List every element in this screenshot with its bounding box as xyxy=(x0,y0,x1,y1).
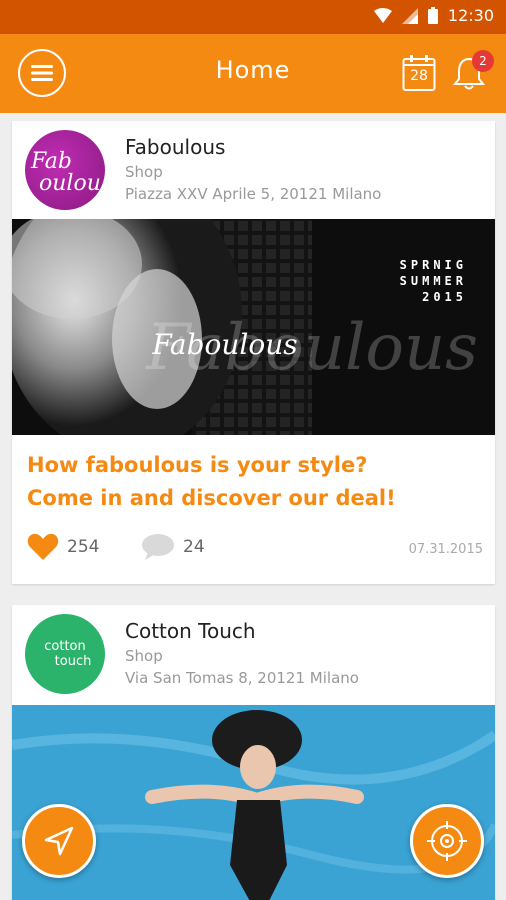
shop-name[interactable]: Faboulous xyxy=(125,135,225,159)
like-button[interactable]: 254 xyxy=(27,533,99,561)
navigation-arrow-icon xyxy=(44,826,74,856)
banner-brand-text: Faboulous xyxy=(151,328,297,361)
locate-button[interactable] xyxy=(410,804,484,878)
post-photo[interactable] xyxy=(12,705,495,900)
heart-icon xyxy=(27,533,59,560)
status-time: 12:30 xyxy=(447,6,494,25)
calendar-day: 28 xyxy=(410,68,428,84)
notification-badge: 2 xyxy=(472,50,494,72)
post-headline[interactable]: How faboulous is your style? Come in and… xyxy=(27,449,396,515)
banner-season-line2: SUMMER xyxy=(400,274,467,288)
logo-line2: touch xyxy=(54,654,92,669)
comment-button[interactable]: 24 xyxy=(141,533,205,561)
post-banner-image[interactable]: Faboulous Faboulous SPRNIG SUMMER 2015 xyxy=(12,219,495,435)
comment-count: 24 xyxy=(183,537,205,557)
like-count: 254 xyxy=(67,537,100,557)
headline-line2: Come in and discover our deal! xyxy=(27,486,396,510)
headline-line1: How faboulous is your style? xyxy=(27,453,368,477)
shop-logo[interactable]: Fab oulou xyxy=(25,130,105,210)
shop-name[interactable]: Cotton Touch xyxy=(125,619,256,643)
shop-address: Via San Tomas 8, 20121 Milano xyxy=(125,669,359,687)
logo-line1: cotton xyxy=(44,639,86,654)
signal-icon xyxy=(401,7,418,24)
crosshair-icon xyxy=(427,821,467,861)
wifi-icon xyxy=(373,7,392,24)
shop-type: Shop xyxy=(125,647,163,665)
navigate-button[interactable] xyxy=(22,804,96,878)
comment-icon xyxy=(142,534,174,560)
battery-icon xyxy=(427,7,438,24)
banner-season-line1: SPRNIG xyxy=(400,258,467,272)
banner-season-line3: 2015 xyxy=(422,290,467,304)
post-date: 07.31.2015 xyxy=(408,542,483,557)
app-bar: Home 28 2 xyxy=(0,34,506,113)
svg-text:oulou: oulou xyxy=(39,171,101,196)
shop-address: Piazza XXV Aprile 5, 20121 Milano xyxy=(125,185,382,203)
calendar-button[interactable]: 28 xyxy=(402,54,436,92)
shop-logo[interactable]: cotton touch xyxy=(25,614,105,694)
post-card[interactable]: Fab oulou Faboulous Shop Piazza XXV Apri… xyxy=(12,121,495,584)
shop-type: Shop xyxy=(125,163,163,181)
status-bar: 12:30 xyxy=(0,0,506,34)
status-icons: 12:30 xyxy=(373,6,494,25)
